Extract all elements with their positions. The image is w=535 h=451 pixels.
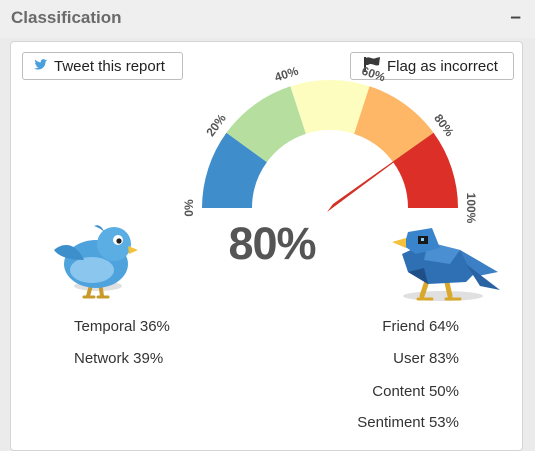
stat-network: Network 39%: [74, 350, 164, 367]
stat-user: User 83%: [393, 350, 459, 367]
human-bird-icon: [48, 220, 138, 310]
stat-content: Content 50%: [372, 383, 459, 400]
stat-temporal: Temporal 36%: [74, 318, 170, 335]
gauge-tick-label: 60%: [360, 64, 387, 85]
stat-sentiment: Sentiment 53%: [357, 414, 459, 431]
stat-friend: Friend 64%: [382, 318, 459, 335]
robot-bird-icon: [388, 220, 503, 310]
gauge-value-label: 80%: [228, 218, 316, 269]
gauge-tick-label: 0%: [182, 199, 196, 217]
gauge-tick-label: 40%: [273, 64, 300, 85]
